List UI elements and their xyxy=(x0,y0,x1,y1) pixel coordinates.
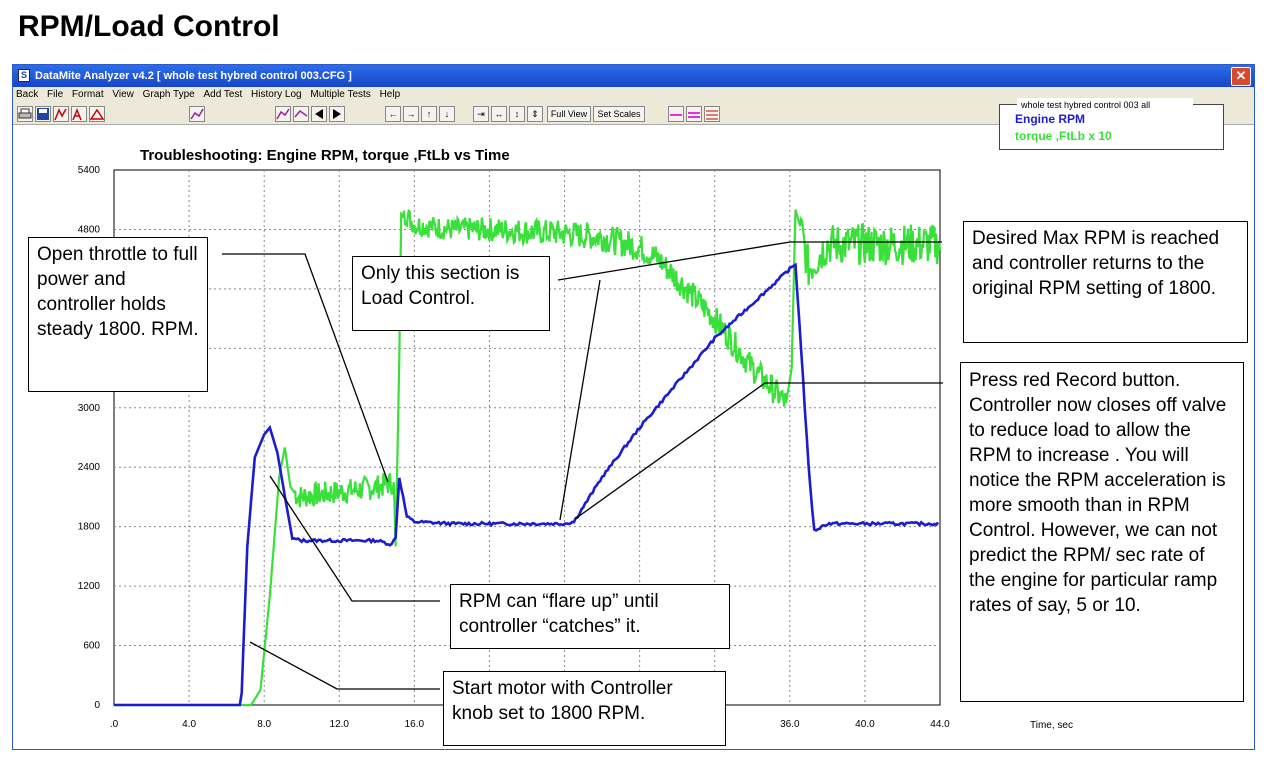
chart-title: Troubleshooting: Engine RPM, torque ,FtL… xyxy=(140,147,510,164)
x-tick-label: 40.0 xyxy=(855,719,875,730)
y-tick-label: 2400 xyxy=(78,462,101,473)
legend: whole test hybred control 003 all Engine… xyxy=(999,98,1224,150)
y-tick-label: 5400 xyxy=(78,165,101,176)
x-tick-label: 8.0 xyxy=(257,719,271,730)
callout-start-motor: Start motor with Controller knob set to … xyxy=(443,671,726,746)
x-tick-label: 16.0 xyxy=(405,719,425,730)
callout-flare-up: RPM can “flare up” until controller “cat… xyxy=(450,584,730,649)
y-tick-label: 600 xyxy=(83,641,100,652)
legend-title: whole test hybred control 003 all xyxy=(1020,100,1150,110)
callout-load-control: Only this section is Load Control. xyxy=(352,256,550,331)
legend-torque: torque ,FtLb x 10 xyxy=(1015,129,1112,143)
x-tick-label: .0 xyxy=(110,719,119,730)
legend-engine-rpm: Engine RPM xyxy=(1015,112,1085,126)
x-tick-label: 4.0 xyxy=(182,719,196,730)
x-tick-label: 36.0 xyxy=(780,719,800,730)
x-axis-label: Time, sec xyxy=(1030,720,1073,731)
callout-desired-max: Desired Max RPM is reached and controlle… xyxy=(963,221,1248,343)
callout-open-throttle: Open throttle to full power and controll… xyxy=(28,237,208,392)
y-tick-label: 3000 xyxy=(78,403,101,414)
y-tick-label: 0 xyxy=(94,700,100,711)
x-tick-label: 44.0 xyxy=(930,719,950,730)
callout-press-record: Press red Record button. Controller now … xyxy=(960,362,1244,702)
x-tick-label: 12.0 xyxy=(330,719,350,730)
y-tick-label: 1800 xyxy=(78,522,101,533)
y-tick-label: 1200 xyxy=(78,581,101,592)
y-tick-label: 4800 xyxy=(78,224,101,235)
